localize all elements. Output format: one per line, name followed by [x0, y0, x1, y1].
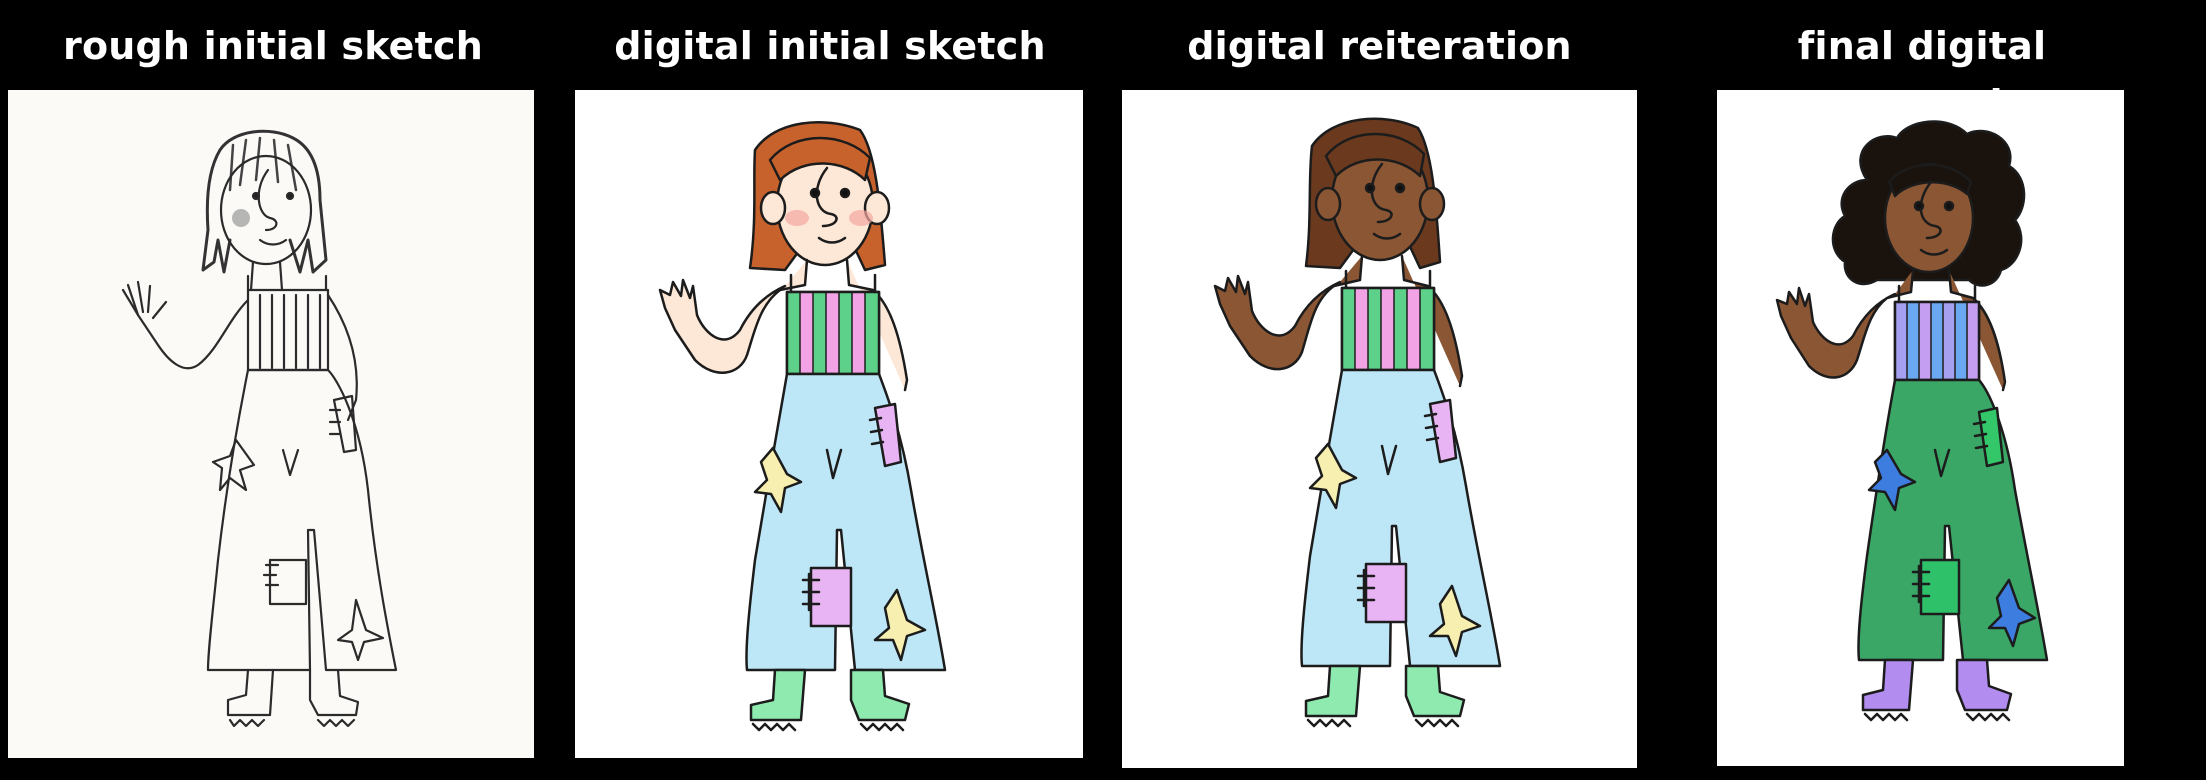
rough-sketch-card — [8, 90, 534, 758]
panel-title-digital-initial: digital initial sketch — [614, 24, 1046, 68]
concept-progression-board: rough initial sketch digital initial ske… — [0, 0, 2206, 780]
digital-initial-sketch-card — [575, 90, 1083, 758]
panel-title-rough-sketch: rough initial sketch — [63, 24, 483, 68]
final-concept-card — [1717, 90, 2124, 766]
digital-reiteration-card — [1122, 90, 1637, 768]
rough-sketch-illustration — [121, 129, 398, 728]
digital-initial-illustration — [658, 121, 947, 732]
digital-reiteration-illustration — [1213, 117, 1502, 728]
panel-title-final-concept: final digital concept — [1797, 24, 2047, 124]
panel-title-digital-reiteration: digital reiteration — [1187, 24, 1572, 68]
final-concept-illustration — [1775, 120, 2049, 722]
